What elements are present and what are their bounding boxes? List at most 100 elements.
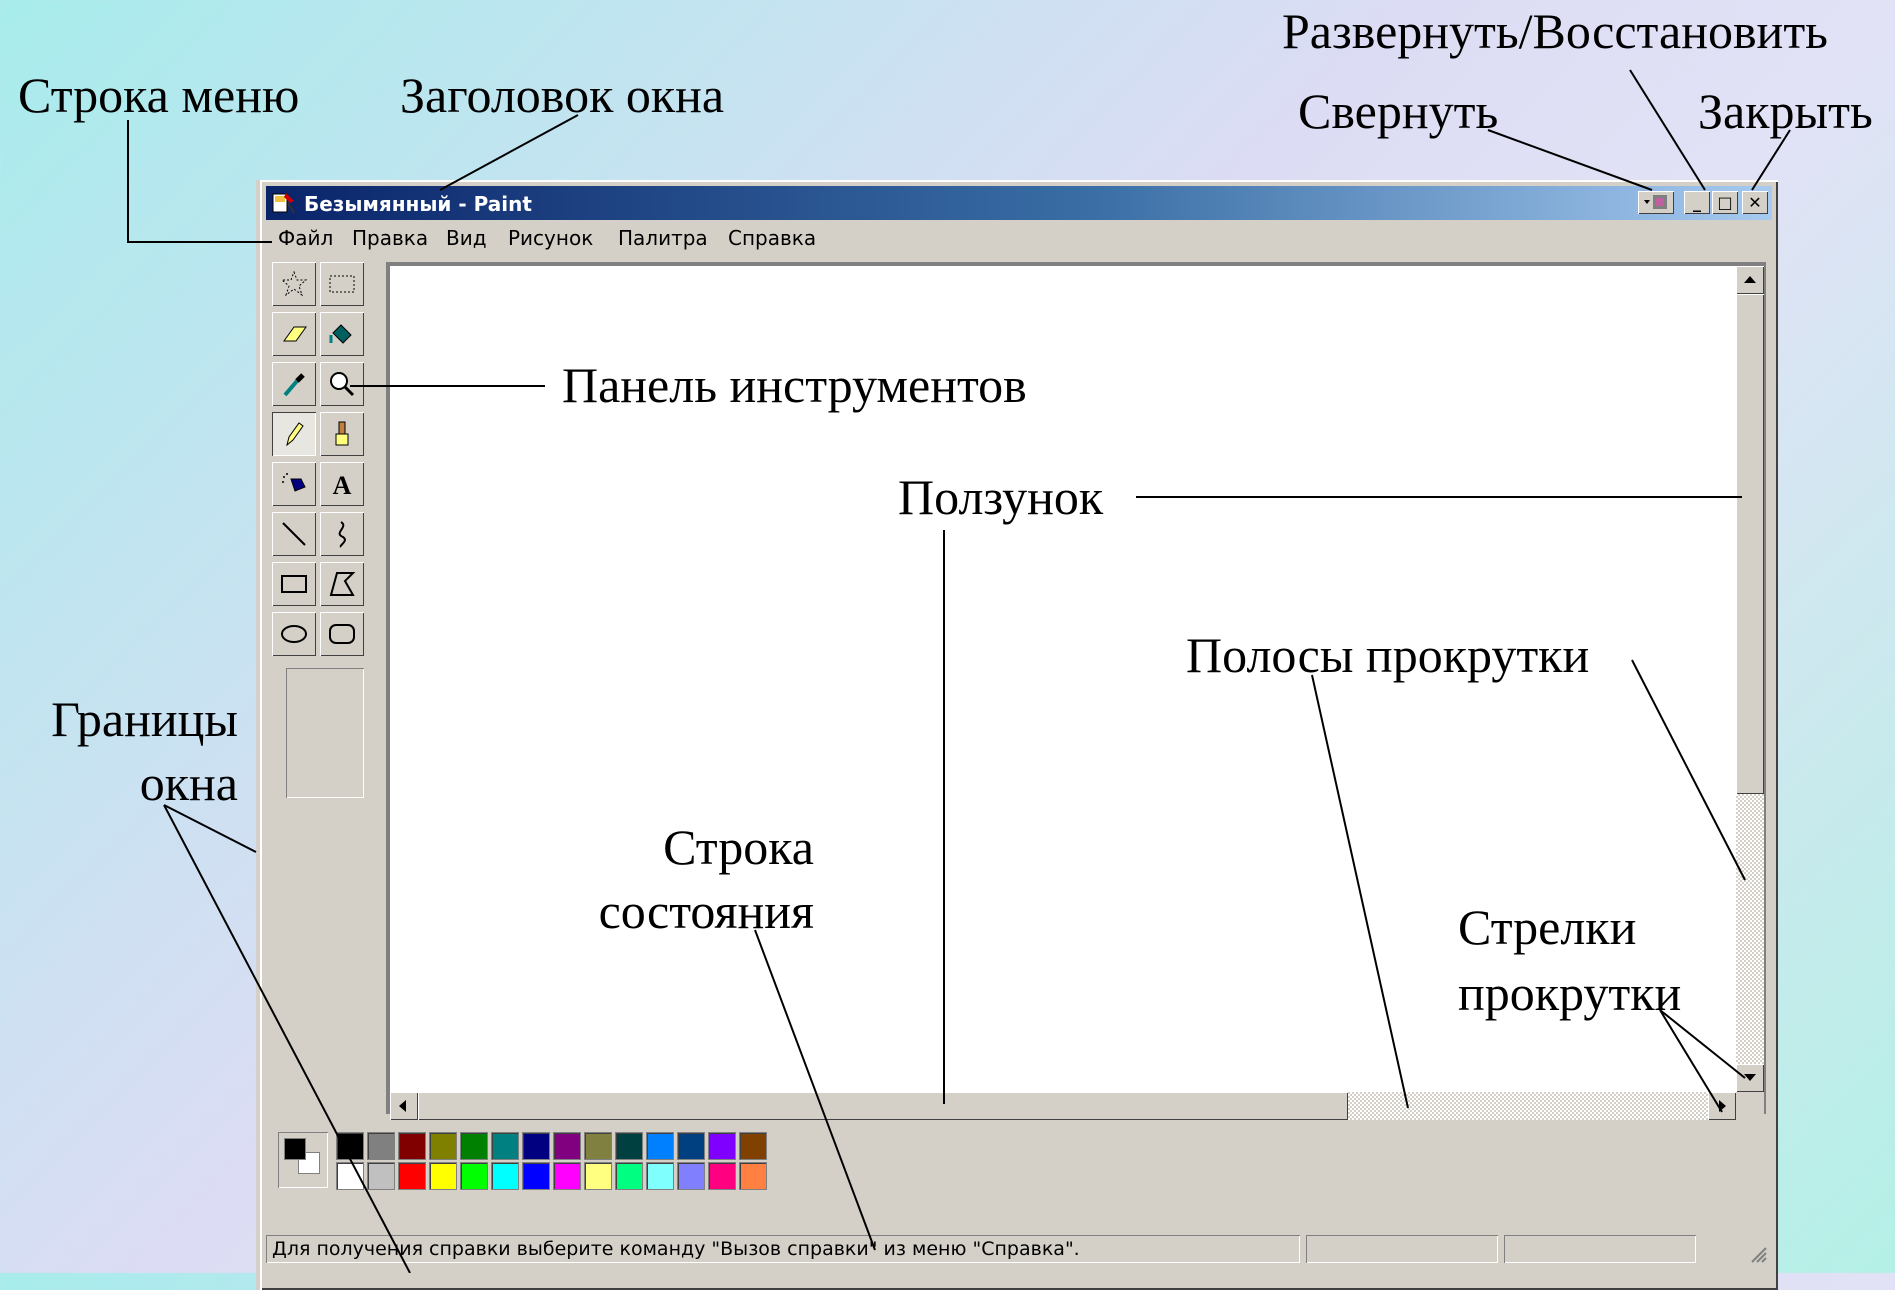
close-button[interactable]: ✕	[1742, 191, 1768, 214]
palette-swatch[interactable]	[429, 1162, 457, 1190]
annotation-menu-bar: Строка меню	[18, 67, 300, 123]
tool-polygon[interactable]	[320, 562, 364, 606]
brush-icon	[335, 421, 349, 446]
palette-swatch[interactable]	[553, 1162, 581, 1190]
palette-swatch[interactable]	[739, 1162, 767, 1190]
palette-swatch[interactable]	[553, 1132, 581, 1160]
tool-options-box[interactable]	[286, 668, 364, 798]
palette-swatch[interactable]	[708, 1132, 736, 1160]
palette-swatch[interactable]	[584, 1132, 612, 1160]
foreground-color-swatch[interactable]	[284, 1138, 306, 1160]
annotation-status-bar-1: Строка	[663, 819, 814, 875]
annotation-slider: Ползунок	[898, 469, 1104, 525]
menu-view[interactable]: Вид	[446, 226, 487, 250]
tool-picker[interactable]	[272, 362, 316, 406]
palette-swatch[interactable]	[429, 1132, 457, 1160]
maximize-button[interactable]: □	[1712, 191, 1738, 214]
paint-app-icon[interactable]	[272, 191, 296, 215]
svg-text:A: A	[333, 471, 352, 499]
paint-bucket-icon	[329, 324, 352, 344]
menu-edit[interactable]: Правка	[352, 226, 428, 250]
palette-swatch[interactable]	[398, 1162, 426, 1190]
scroll-up-button[interactable]	[1736, 266, 1764, 294]
palette-swatch[interactable]	[491, 1132, 519, 1160]
scroll-left-button[interactable]	[390, 1092, 418, 1120]
leader-window-title	[439, 114, 579, 191]
menu-file[interactable]: Файл	[278, 226, 333, 250]
system-extra-button[interactable]	[1638, 191, 1674, 214]
magnifier-icon	[330, 372, 355, 397]
palette-swatch[interactable]	[336, 1132, 364, 1160]
polygon-icon	[329, 572, 356, 596]
tool-brush[interactable]	[320, 412, 364, 456]
rect-select-icon	[329, 275, 355, 293]
tool-free-select[interactable]	[272, 262, 316, 306]
annotation-status-bar-2: состояния	[598, 883, 814, 939]
status-coords-cell	[1306, 1235, 1498, 1263]
menu-image[interactable]: Рисунок	[508, 226, 593, 250]
resize-grip-icon[interactable]	[1748, 1244, 1768, 1269]
palette-swatch[interactable]	[646, 1162, 674, 1190]
palette-swatch[interactable]	[491, 1162, 519, 1190]
tool-fill[interactable]	[320, 312, 364, 356]
palette-swatch[interactable]	[584, 1162, 612, 1190]
leader-maximize	[1629, 69, 1706, 191]
palette-swatch[interactable]	[646, 1132, 674, 1160]
annotation-window-borders-2: окна	[139, 755, 238, 811]
annotation-scrollbars: Полосы прокрутки	[1186, 627, 1590, 683]
palette-swatch[interactable]	[367, 1132, 395, 1160]
arrow-left-icon	[399, 1100, 406, 1112]
palette-swatch[interactable]	[460, 1132, 488, 1160]
palette-swatch[interactable]	[522, 1132, 550, 1160]
tool-line[interactable]	[272, 512, 316, 556]
scroll-right-button[interactable]	[1708, 1092, 1736, 1120]
palette-swatch[interactable]	[677, 1162, 705, 1190]
vertical-scrollbar[interactable]	[1736, 266, 1764, 1092]
tool-pencil[interactable]	[272, 412, 316, 456]
toolbox: A	[272, 262, 372, 656]
tool-ellipse[interactable]	[272, 612, 316, 656]
tool-magnifier[interactable]	[320, 362, 364, 406]
vertical-slider[interactable]	[1736, 294, 1764, 794]
tool-rect-select[interactable]	[320, 262, 364, 306]
scroll-down-button[interactable]	[1736, 1064, 1764, 1092]
tool-airbrush[interactable]	[272, 462, 316, 506]
paint-window: Безымянный - Paint _ □ ✕ Файл Правка Вид…	[256, 180, 1778, 1290]
palette-swatch[interactable]	[367, 1162, 395, 1190]
palette-swatch[interactable]	[739, 1132, 767, 1160]
curve-icon	[338, 521, 346, 548]
menu-help[interactable]: Справка	[728, 226, 816, 250]
tool-curve[interactable]	[320, 512, 364, 556]
annotation-minimize: Свернуть	[1298, 83, 1499, 139]
line-icon	[282, 522, 306, 546]
tool-eraser[interactable]	[272, 312, 316, 356]
tool-rounded-rect[interactable]	[320, 612, 364, 656]
palette-swatch[interactable]	[336, 1162, 364, 1190]
minimize-button[interactable]: _	[1684, 191, 1710, 214]
text-icon: A	[333, 471, 352, 499]
horizontal-scrollbar[interactable]	[390, 1092, 1736, 1120]
arrow-down-icon	[1744, 1074, 1756, 1081]
rectangle-icon	[281, 575, 307, 593]
palette-swatch[interactable]	[615, 1162, 643, 1190]
palette-swatch[interactable]	[677, 1132, 705, 1160]
status-size-cell	[1504, 1235, 1696, 1263]
tool-text[interactable]: A	[320, 462, 364, 506]
leader-borders-1	[163, 804, 257, 853]
current-colors[interactable]	[278, 1132, 328, 1188]
palette-swatch[interactable]	[522, 1162, 550, 1190]
eraser-icon	[283, 326, 307, 342]
annotation-scroll-arrows-1: Стрелки	[1458, 899, 1637, 955]
close-icon: ✕	[1748, 193, 1762, 212]
title-bar[interactable]: Безымянный - Paint _ □ ✕	[266, 186, 1772, 220]
palette-swatch[interactable]	[615, 1132, 643, 1160]
horizontal-slider[interactable]	[418, 1092, 1348, 1120]
menu-colors[interactable]: Палитра	[618, 226, 708, 250]
tool-rectangle[interactable]	[272, 562, 316, 606]
annotation-window-borders-1: Границы	[51, 691, 238, 747]
annotation-window-title: Заголовок окна	[400, 67, 725, 123]
status-bar: Для получения справки выберите команду "…	[264, 1232, 1774, 1266]
palette-swatch[interactable]	[708, 1162, 736, 1190]
palette-swatch[interactable]	[398, 1132, 426, 1160]
palette-swatch[interactable]	[460, 1162, 488, 1190]
